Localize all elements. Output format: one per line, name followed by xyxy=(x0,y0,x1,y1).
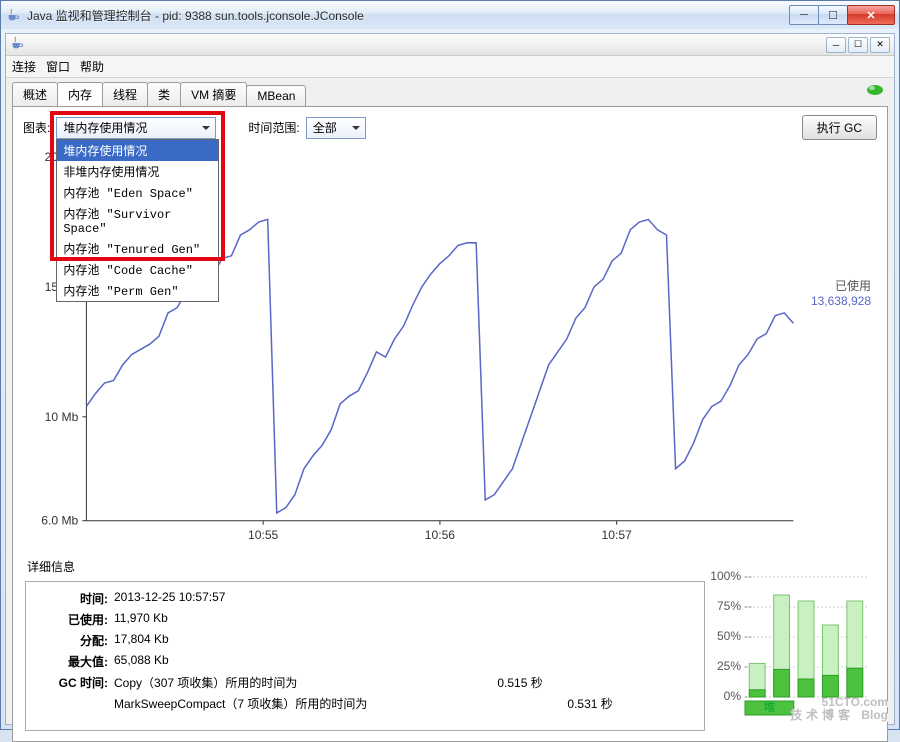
tab-threads[interactable]: 线程 xyxy=(102,82,148,106)
close-icon: ✕ xyxy=(876,39,884,50)
detail-max-label: 最大值: xyxy=(38,653,108,670)
svg-text:75%: 75% xyxy=(717,599,741,613)
svg-text:10:56: 10:56 xyxy=(425,528,456,542)
dropdown-item[interactable]: 内存池 "Eden Space" xyxy=(57,182,218,203)
tabs-row: 概述 内存 线程 类 VM 摘要 MBean xyxy=(6,78,894,106)
dropdown-item[interactable]: 内存池 "Code Cache" xyxy=(57,259,218,280)
close-icon: ✕ xyxy=(866,9,875,22)
svg-text:6.0 Mb: 6.0 Mb xyxy=(41,514,78,528)
detail-alloc-label: 分配: xyxy=(38,632,108,649)
gc-button[interactable]: 执行 GC xyxy=(802,115,877,140)
connection-status-icon xyxy=(866,84,884,96)
details-panel: 时间: 2013-12-25 10:57:57 已使用: 11,970 Kb 分配:… xyxy=(25,581,705,731)
svg-text:--: -- xyxy=(744,599,752,613)
detail-time-value: 2013-12-25 10:57:57 xyxy=(114,590,225,607)
inner-close-button[interactable]: ✕ xyxy=(870,37,890,53)
inner-window: ─ ☐ ✕ 连接 窗口 帮助 概述 内存 线程 类 VM 摘要 MBean 图表… xyxy=(5,33,895,725)
inner-minimize-button[interactable]: ─ xyxy=(826,37,846,53)
used-annotation: 已使用 13,638,928 xyxy=(811,277,871,308)
maximize-button[interactable]: ☐ xyxy=(818,5,848,25)
window-buttons: ─ ☐ ✕ xyxy=(790,5,895,25)
svg-text:10:57: 10:57 xyxy=(601,528,632,542)
memory-pool-bars: 100%--75%--50%--25%--0%--堆 xyxy=(711,571,871,721)
dropdown-item[interactable]: 非堆内存使用情况 xyxy=(57,161,218,182)
minimize-icon: ─ xyxy=(833,40,839,50)
svg-text:--: -- xyxy=(744,629,752,643)
minimize-icon: ─ xyxy=(800,9,808,21)
svg-text:50%: 50% xyxy=(717,629,741,643)
maximize-icon: ☐ xyxy=(854,39,862,50)
detail-time-label: 时间: xyxy=(38,590,108,607)
java-icon xyxy=(10,36,24,53)
outer-titlebar[interactable]: Java 监视和管理控制台 - pid: 9388 sun.tools.jcon… xyxy=(1,1,899,29)
range-label: 时间范围: xyxy=(248,119,299,136)
inner-titlebar[interactable]: ─ ☐ ✕ xyxy=(6,34,894,56)
menubar: 连接 窗口 帮助 xyxy=(6,56,894,78)
svg-text:--: -- xyxy=(744,571,752,583)
menu-connect[interactable]: 连接 xyxy=(12,58,36,75)
dropdown-item[interactable]: 内存池 "Tenured Gen" xyxy=(57,238,218,259)
dropdown-item[interactable]: 内存池 "Perm Gen" xyxy=(57,280,218,301)
svg-text:100%: 100% xyxy=(711,571,741,583)
dropdown-item[interactable]: 堆内存使用情况 xyxy=(57,140,218,161)
tab-classes[interactable]: 类 xyxy=(147,82,181,106)
outer-window-title: Java 监视和管理控制台 - pid: 9388 sun.tools.jcon… xyxy=(27,7,790,24)
range-combo-value: 全部 xyxy=(313,119,337,136)
tab-vmsummary[interactable]: VM 摘要 xyxy=(180,82,247,106)
minimize-button[interactable]: ─ xyxy=(789,5,819,25)
tab-body-memory: 图表: 堆内存使用情况 堆内存使用情况 非堆内存使用情况 内存池 "Eden S… xyxy=(12,106,888,742)
tab-memory[interactable]: 内存 xyxy=(57,82,103,106)
menu-window[interactable]: 窗口 xyxy=(46,58,70,75)
chart-combo-wrap: 堆内存使用情况 堆内存使用情况 非堆内存使用情况 内存池 "Eden Space… xyxy=(56,117,216,139)
svg-text:25%: 25% xyxy=(717,659,741,673)
chart-dropdown-list: 堆内存使用情况 非堆内存使用情况 内存池 "Eden Space" 内存池 "S… xyxy=(56,139,219,302)
dropdown-item[interactable]: 内存池 "Survivor Space" xyxy=(57,203,218,238)
range-combo[interactable]: 全部 xyxy=(306,117,366,139)
close-button[interactable]: ✕ xyxy=(847,5,895,25)
detail-used-label: 已使用: xyxy=(38,611,108,628)
detail-gc-label: GC 时间: xyxy=(38,674,108,691)
svg-text:10 Mb: 10 Mb xyxy=(45,410,79,424)
java-icon xyxy=(5,7,21,23)
chart-combo[interactable]: 堆内存使用情况 xyxy=(56,117,216,139)
chart-label: 图表: xyxy=(23,119,50,136)
controls-row: 图表: 堆内存使用情况 堆内存使用情况 非堆内存使用情况 内存池 "Eden S… xyxy=(13,107,887,148)
svg-text:0%: 0% xyxy=(724,689,742,703)
tab-mbean[interactable]: MBean xyxy=(246,85,306,106)
svg-text:堆: 堆 xyxy=(763,700,775,714)
inner-maximize-button[interactable]: ☐ xyxy=(848,37,868,53)
svg-text:10:55: 10:55 xyxy=(248,528,279,542)
outer-window: Java 监视和管理控制台 - pid: 9388 sun.tools.jcon… xyxy=(0,0,900,730)
maximize-icon: ☐ xyxy=(828,9,838,22)
menu-help[interactable]: 帮助 xyxy=(80,58,104,75)
detail-alloc-value: 17,804 Kb xyxy=(114,632,169,649)
detail-used-value: 11,970 Kb xyxy=(114,611,168,628)
memory-pool-chart[interactable]: 100%--75%--50%--25%--0%--堆 xyxy=(711,571,871,721)
chart-combo-value: 堆内存使用情况 xyxy=(63,119,147,136)
details-title: 详细信息 xyxy=(27,558,75,575)
detail-max-value: 65,088 Kb xyxy=(114,653,169,670)
tab-overview[interactable]: 概述 xyxy=(12,82,58,106)
